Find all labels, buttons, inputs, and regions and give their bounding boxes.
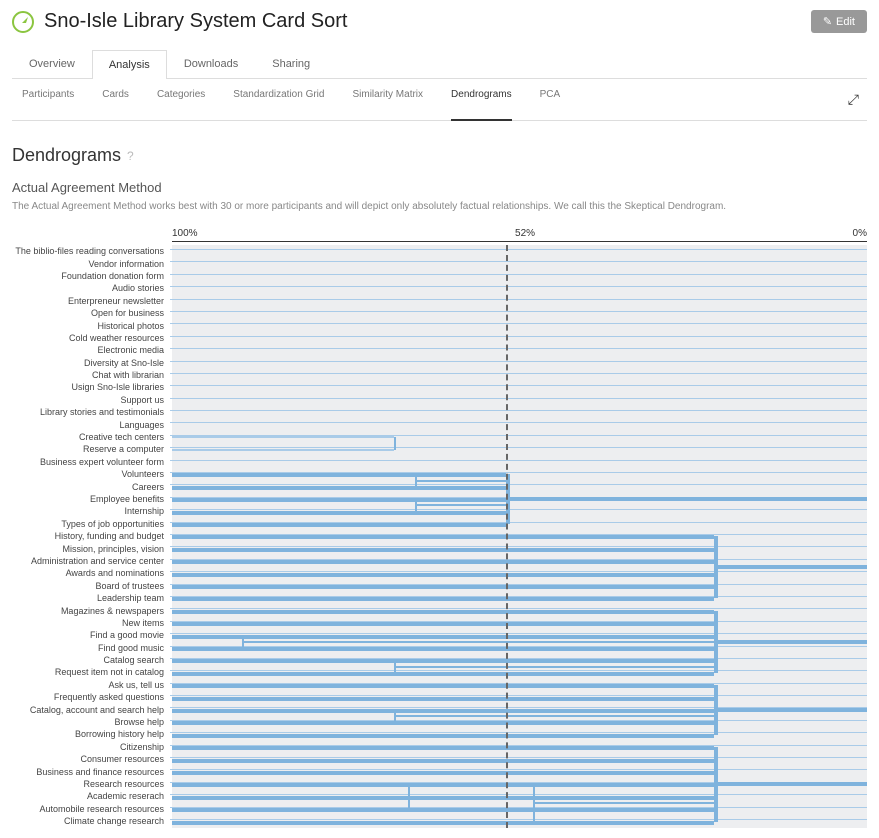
dendrogram-row: Library stories and testimonials	[12, 406, 867, 418]
dendrogram-row: Reserve a computer	[12, 443, 867, 455]
dendrogram-row: Foundation donation form	[12, 270, 867, 282]
dendrogram-row: Usign Sno-Isle libraries	[12, 381, 867, 393]
row-label: Business and finance resources	[12, 767, 170, 777]
row-label: Administration and service center	[12, 556, 170, 566]
row-label: Vendor information	[12, 259, 170, 269]
row-label: Automobile research resources	[12, 804, 170, 814]
row-label: Open for business	[12, 308, 170, 318]
row-label: Types of job opportunities	[12, 519, 170, 529]
row-label: Creative tech centers	[12, 432, 170, 442]
row-label: Citizenship	[12, 742, 170, 752]
row-label: Internship	[12, 506, 170, 516]
dendrogram-row: Vendor information	[12, 257, 867, 269]
tab-downloads[interactable]: Downloads	[167, 49, 255, 78]
row-label: Audio stories	[12, 283, 170, 293]
row-label: Usign Sno-Isle libraries	[12, 382, 170, 392]
subtab-dendrograms[interactable]: Dendrograms	[451, 89, 512, 121]
row-label: Volunteers	[12, 469, 170, 479]
app-logo-icon	[12, 11, 34, 33]
row-label: Request item not in catalog	[12, 667, 170, 677]
axis-right-label: 0%	[853, 228, 867, 239]
row-label: Reserve a computer	[12, 444, 170, 454]
dendrogram-row: Enterpreneur newsletter	[12, 295, 867, 307]
row-label: Leadership team	[12, 593, 170, 603]
row-label: Library stories and testimonials	[12, 407, 170, 417]
row-label: Catalog, account and search help	[12, 705, 170, 715]
axis-mid-label: 52%	[515, 228, 535, 239]
section-description: The Actual Agreement Method works best w…	[12, 201, 867, 212]
row-label: Academic reserach	[12, 791, 170, 801]
row-label: Borrowing history help	[12, 729, 170, 739]
primary-tabs: OverviewAnalysisDownloadsSharing	[12, 49, 867, 79]
row-label: Find a good movie	[12, 630, 170, 640]
edit-button[interactable]: ✎ Edit	[811, 10, 867, 33]
row-label: The biblio-files reading conversations	[12, 246, 170, 256]
tab-analysis[interactable]: Analysis	[92, 50, 167, 79]
tab-sharing[interactable]: Sharing	[255, 49, 327, 78]
subtab-standardization-grid[interactable]: Standardization Grid	[233, 89, 324, 110]
dendrogram-row: Historical photos	[12, 319, 867, 331]
row-label: Research resources	[12, 779, 170, 789]
dendrogram-row: Support us	[12, 394, 867, 406]
dendrogram-row: Electronic media	[12, 344, 867, 356]
row-label: Magazines & newspapers	[12, 606, 170, 616]
row-label: Board of trustees	[12, 581, 170, 591]
pencil-icon: ✎	[823, 15, 832, 28]
row-label: Ask us, tell us	[12, 680, 170, 690]
row-label: Support us	[12, 395, 170, 405]
row-label: Catalog search	[12, 655, 170, 665]
dendrogram-row: The biblio-files reading conversations	[12, 245, 867, 257]
row-label: Employee benefits	[12, 494, 170, 504]
subtab-categories[interactable]: Categories	[157, 89, 205, 110]
row-label: Chat with librarian	[12, 370, 170, 380]
subtab-participants[interactable]: Participants	[22, 89, 74, 110]
dendrogram-chart: 100% 52% 0% The biblio-files reading con…	[12, 228, 867, 828]
dendrogram-row: Open for business	[12, 307, 867, 319]
subtab-pca[interactable]: PCA	[540, 89, 561, 110]
row-label: Cold weather resources	[12, 333, 170, 343]
dendrogram-row: Languages	[12, 418, 867, 430]
row-label: Frequently asked questions	[12, 692, 170, 702]
row-label: Browse help	[12, 717, 170, 727]
dendrogram-row: Chat with librarian	[12, 369, 867, 381]
row-label: Climate change research	[12, 816, 170, 826]
subtab-similarity-matrix[interactable]: Similarity Matrix	[352, 89, 423, 110]
row-label: Historical photos	[12, 321, 170, 331]
dendrogram-row: Business expert volunteer form	[12, 456, 867, 468]
row-label: New items	[12, 618, 170, 628]
row-label: Electronic media	[12, 345, 170, 355]
dendrogram-row: Audio stories	[12, 282, 867, 294]
row-label: Mission, principles, vision	[12, 544, 170, 554]
help-icon[interactable]: ?	[127, 149, 134, 163]
tab-overview[interactable]: Overview	[12, 49, 92, 78]
expand-icon[interactable]: ⤢	[848, 91, 867, 108]
subtab-cards[interactable]: Cards	[102, 89, 129, 110]
row-label: Foundation donation form	[12, 271, 170, 281]
page-title: Sno-Isle Library System Card Sort	[44, 10, 347, 33]
row-label: Consumer resources	[12, 754, 170, 764]
row-label: Business expert volunteer form	[12, 457, 170, 467]
row-label: Enterpreneur newsletter	[12, 296, 170, 306]
dendrogram-row: Creative tech centers	[12, 431, 867, 443]
axis-left-label: 100%	[172, 228, 198, 239]
row-label: Awards and nominations	[12, 568, 170, 578]
row-label: History, funding and budget	[12, 531, 170, 541]
section-heading: Dendrograms	[12, 145, 121, 166]
row-label: Careers	[12, 482, 170, 492]
dendrogram-row: Cold weather resources	[12, 332, 867, 344]
row-label: Diversity at Sno-Isle	[12, 358, 170, 368]
row-label: Find good music	[12, 643, 170, 653]
dendrogram-row: Diversity at Sno-Isle	[12, 357, 867, 369]
section-subtitle: Actual Agreement Method	[12, 180, 867, 195]
row-label: Languages	[12, 420, 170, 430]
